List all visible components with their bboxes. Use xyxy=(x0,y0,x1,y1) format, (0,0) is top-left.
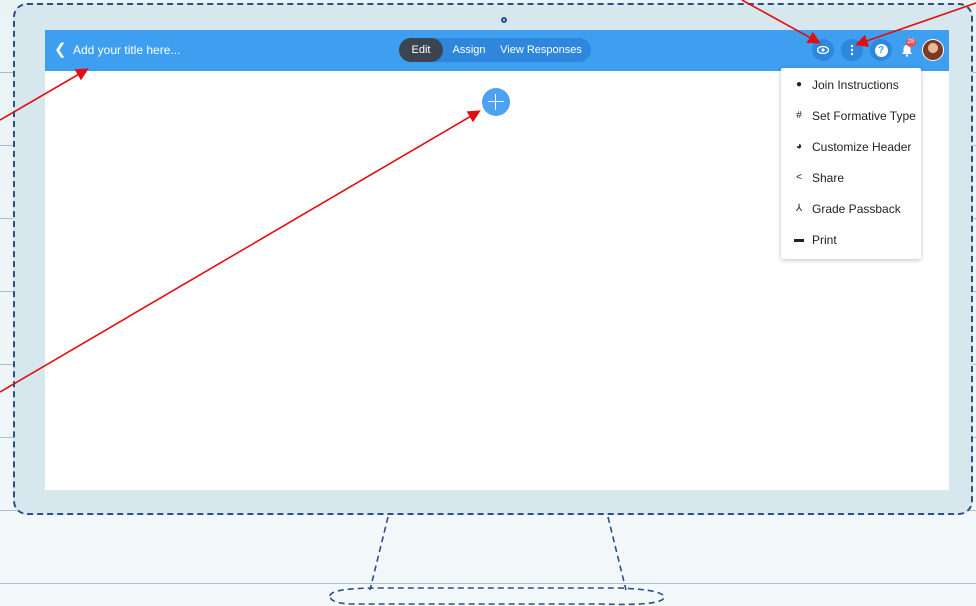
annotation-arrows xyxy=(0,0,976,393)
monitor-stand-and-annotations xyxy=(0,0,976,606)
arrow-to-add-button xyxy=(0,110,481,393)
arrow-to-preview xyxy=(741,0,821,44)
monitor-stand xyxy=(329,516,665,606)
arrow-to-title xyxy=(0,68,89,121)
arrow-to-more xyxy=(854,2,976,47)
